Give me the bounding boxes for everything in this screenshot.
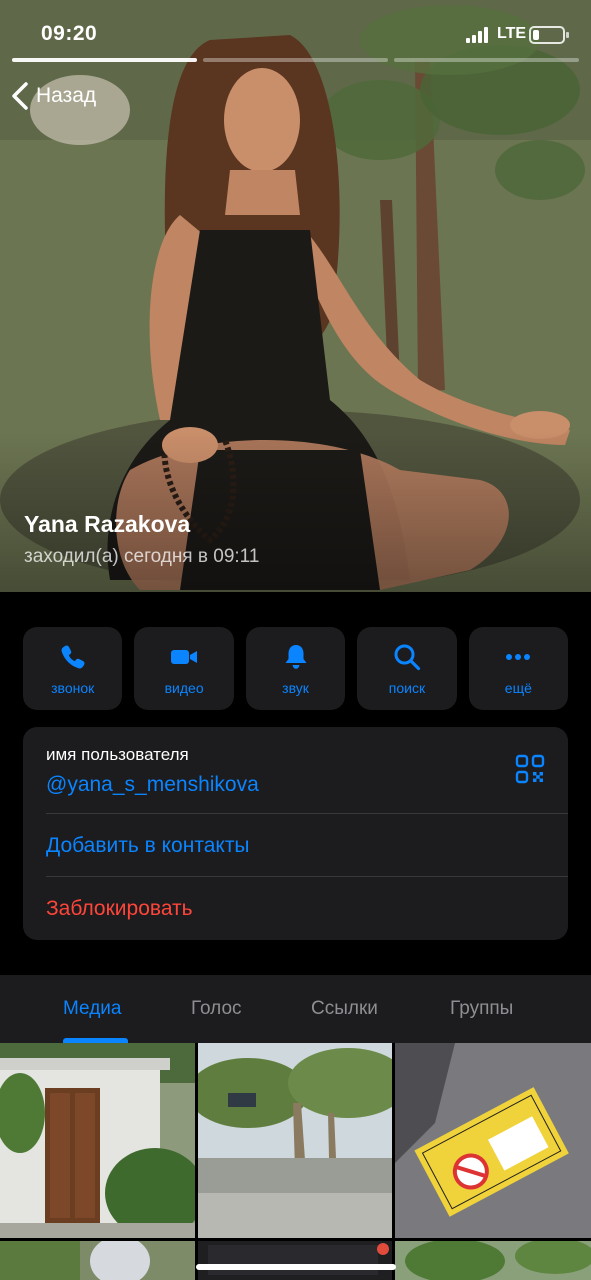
more-button[interactable]: ещё (468, 627, 569, 710)
media-thumbnail[interactable] (395, 1241, 591, 1280)
story-segment (203, 58, 388, 62)
call-button[interactable]: звонок (23, 627, 123, 710)
more-dots-icon (506, 653, 531, 660)
media-tabs: Медиа Голос Ссылки Группы (0, 975, 591, 1043)
media-thumbnail[interactable] (0, 1043, 195, 1238)
qr-code-icon[interactable] (515, 754, 545, 784)
video-call-button[interactable]: видео (134, 627, 234, 710)
story-segment (12, 58, 197, 62)
house-photo (0, 1043, 195, 1238)
media-thumbnail[interactable] (198, 1241, 392, 1280)
media-photo (198, 1241, 392, 1280)
media-thumbnail[interactable] (0, 1241, 195, 1280)
media-grid (0, 1043, 591, 1280)
video-label: видео (164, 679, 204, 696)
tab-voice[interactable]: Голос (191, 998, 242, 1020)
phone-icon (61, 644, 85, 668)
tab-groups[interactable]: Группы (450, 998, 513, 1020)
block-user-button[interactable]: Заблокировать (46, 897, 193, 921)
battery-icon (529, 26, 569, 44)
tab-media[interactable]: Медиа (63, 998, 121, 1020)
search-icon (394, 644, 421, 670)
home-indicator[interactable] (196, 1264, 396, 1270)
divider (46, 813, 568, 814)
last-seen-status: заходил(а) сегодня в 09:11 (24, 546, 260, 567)
info-card: имя пользователя @yana_s_menshikova Доба… (23, 727, 568, 940)
status-bar: 09:20 LTE (0, 0, 591, 56)
username-label: имя пользователя (46, 745, 189, 764)
back-label: Назад (36, 84, 97, 107)
cellular-signal-icon (466, 27, 492, 43)
divider (46, 876, 568, 877)
sound-button[interactable]: звук (245, 627, 346, 710)
profile-actions: звонок видео звук поиск ещё (23, 627, 569, 710)
battery-level (533, 30, 539, 40)
more-label: ещё (504, 679, 532, 696)
chevron-left-icon (12, 82, 28, 110)
status-time: 09:20 (41, 22, 98, 45)
bell-icon (285, 644, 307, 669)
media-photo (395, 1241, 591, 1280)
add-to-contacts-button[interactable]: Добавить в контакты (46, 834, 250, 858)
call-label: звонок (51, 679, 95, 696)
media-photo (0, 1241, 195, 1280)
media-thumbnail[interactable] (198, 1043, 392, 1238)
tab-links[interactable]: Ссылки (311, 998, 378, 1020)
username-link[interactable]: @yana_s_menshikova (46, 773, 259, 797)
video-camera-icon (171, 649, 198, 664)
airbag-label-photo (395, 1043, 591, 1238)
search-button[interactable]: поиск (357, 627, 457, 710)
sound-label: звук (282, 679, 309, 696)
network-type: LTE (497, 25, 527, 42)
back-button[interactable]: Назад (10, 78, 96, 114)
story-progress-bar (12, 58, 579, 62)
search-label: поиск (388, 679, 426, 696)
profile-name: Yana Razakova (24, 511, 191, 537)
story-segment (394, 58, 579, 62)
media-thumbnail[interactable] (395, 1043, 591, 1238)
garden-photo (198, 1043, 392, 1238)
